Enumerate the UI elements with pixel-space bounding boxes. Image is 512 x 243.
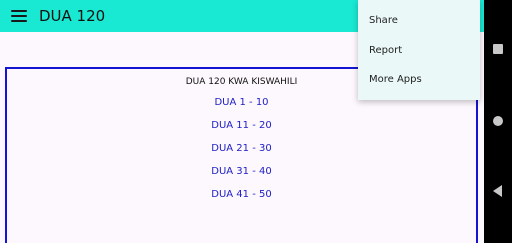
dua-link-41-50[interactable]: DUA 41 - 50	[7, 189, 476, 200]
overflow-menu: Share Report More Apps	[358, 0, 480, 100]
app-title: DUA 120	[39, 7, 106, 25]
menu-item-report[interactable]: Report	[369, 45, 402, 56]
dua-link-31-40[interactable]: DUA 31 - 40	[7, 166, 476, 177]
recents-square-icon[interactable]	[493, 44, 503, 54]
hamburger-menu-icon[interactable]	[11, 9, 27, 23]
menu-item-share[interactable]: Share	[369, 15, 398, 26]
back-triangle-icon[interactable]	[493, 185, 502, 197]
menu-item-more-apps[interactable]: More Apps	[369, 74, 422, 85]
dua-link-11-20[interactable]: DUA 11 - 20	[7, 120, 476, 131]
home-circle-icon[interactable]	[493, 116, 503, 126]
dua-link-21-30[interactable]: DUA 21 - 30	[7, 143, 476, 154]
system-nav-bar	[484, 0, 512, 243]
